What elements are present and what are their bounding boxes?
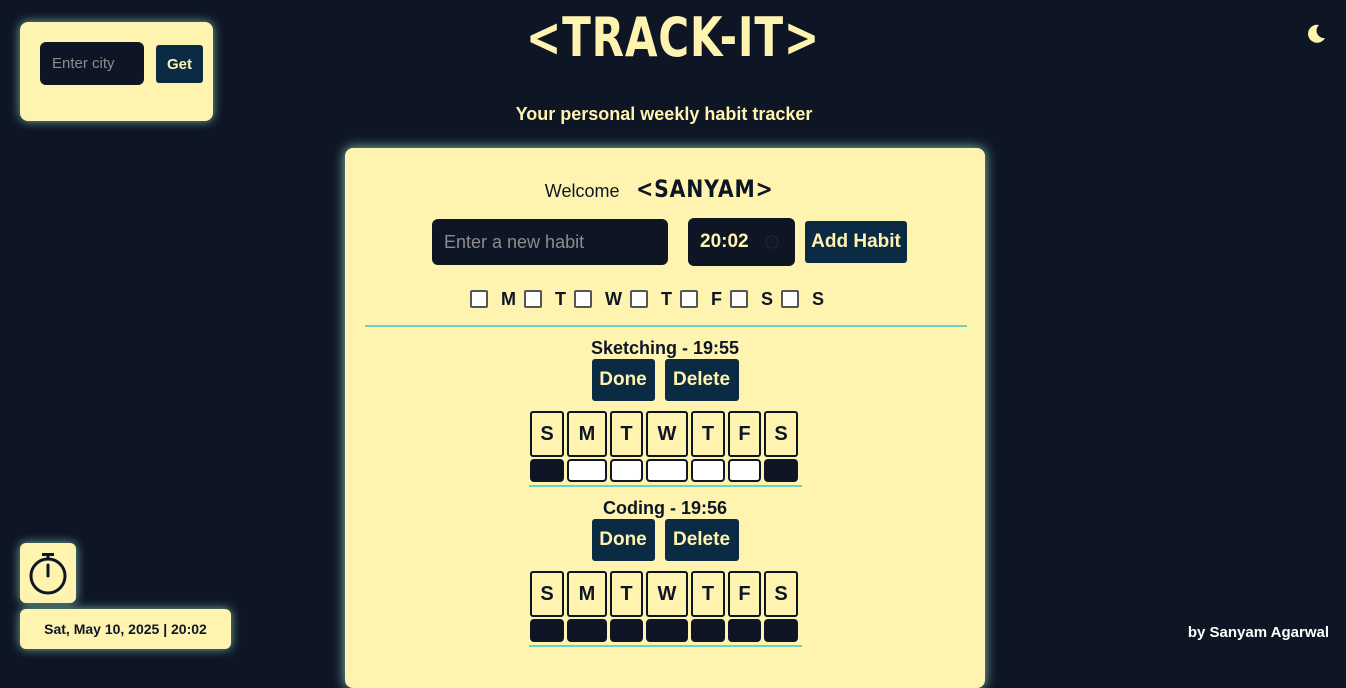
day-checkbox[interactable]: [524, 290, 542, 308]
day-status-indicator[interactable]: [691, 459, 725, 482]
day-cell: F: [728, 571, 761, 617]
habit-item: Coding - 19:56 Done Delete SMTWTFS: [345, 497, 985, 642]
done-button[interactable]: Done: [591, 519, 655, 561]
day-cell: M: [567, 571, 607, 617]
app-subtitle: Your personal weekly habit tracker: [515, 104, 813, 124]
day-cell: T: [610, 411, 643, 457]
day-cell: S: [764, 411, 798, 457]
day-option[interactable]: W: [574, 286, 622, 308]
done-button[interactable]: Done: [591, 359, 655, 401]
day-option[interactable]: F: [680, 286, 722, 308]
welcome-text: Welcome: [544, 181, 620, 201]
day-option[interactable]: T: [524, 286, 566, 308]
day-cell: F: [728, 411, 761, 457]
day-status-indicator[interactable]: [530, 459, 564, 482]
day-status-indicator[interactable]: [764, 619, 798, 642]
day-option[interactable]: M: [470, 286, 516, 308]
habit-divider: [529, 485, 802, 487]
day-option[interactable]: T: [630, 286, 672, 308]
welcome-heading: Welcome <SANYAM>: [345, 175, 985, 203]
day-status-indicator[interactable]: [567, 619, 607, 642]
day-status-indicator[interactable]: [646, 459, 688, 482]
new-habit-input[interactable]: [432, 219, 668, 265]
time-value: 20:02: [700, 231, 749, 252]
app-logo: <TRACK-IT>: [526, 6, 820, 69]
habit-title: Sketching - 19:55: [590, 338, 740, 358]
city-input[interactable]: [40, 42, 144, 85]
day-checkbox[interactable]: [680, 290, 698, 308]
author-credit: by Sanyam Agarwal: [1187, 624, 1329, 641]
day-status-indicator[interactable]: [728, 459, 761, 482]
day-status-indicator[interactable]: [567, 459, 607, 482]
day-checkbox[interactable]: [630, 290, 648, 308]
day-checkbox[interactable]: [781, 290, 800, 308]
day-checkbox[interactable]: [470, 290, 488, 308]
day-cell: S: [764, 571, 798, 617]
day-cell: S: [530, 571, 564, 617]
day-selector: M T W T F S S: [470, 286, 832, 308]
day-checkbox[interactable]: [730, 290, 748, 308]
day-cell: W: [646, 571, 688, 617]
stopwatch-icon: [29, 553, 67, 595]
day-option[interactable]: S: [781, 286, 824, 308]
clock-icon[interactable]: [765, 235, 779, 249]
day-status-indicator[interactable]: [728, 619, 761, 642]
day-status-indicator[interactable]: [610, 459, 643, 482]
day-status-indicator[interactable]: [646, 619, 688, 642]
habit-item: Sketching - 19:55 Done Delete SMTWTFS: [345, 337, 985, 482]
day-checkbox[interactable]: [574, 290, 592, 308]
timer-button[interactable]: [20, 543, 76, 603]
day-cell: T: [691, 411, 725, 457]
current-datetime: Sat, May 10, 2025 | 20:02: [20, 609, 231, 649]
day-cell: M: [567, 411, 607, 457]
day-status-indicator[interactable]: [691, 619, 725, 642]
day-cell: T: [610, 571, 643, 617]
day-cell: S: [530, 411, 564, 457]
habit-card: Welcome <SANYAM> 20:02 Add Habit M T W T…: [345, 148, 985, 688]
day-option[interactable]: S: [730, 286, 773, 308]
day-status-indicator[interactable]: [530, 619, 564, 642]
habit-divider: [529, 645, 802, 647]
day-cell: W: [646, 411, 688, 457]
habit-title: Coding - 19:56: [602, 498, 727, 518]
day-cell: T: [691, 571, 725, 617]
user-name: <SANYAM>: [635, 175, 774, 203]
day-status-indicator[interactable]: [764, 459, 798, 482]
section-divider: [365, 325, 967, 327]
day-status-indicator[interactable]: [610, 619, 643, 642]
habit-time-input[interactable]: 20:02: [688, 218, 795, 266]
delete-button[interactable]: Delete: [664, 519, 739, 561]
add-habit-button[interactable]: Add Habit: [805, 221, 907, 263]
moon-icon[interactable]: [1304, 22, 1328, 46]
delete-button[interactable]: Delete: [664, 359, 739, 401]
